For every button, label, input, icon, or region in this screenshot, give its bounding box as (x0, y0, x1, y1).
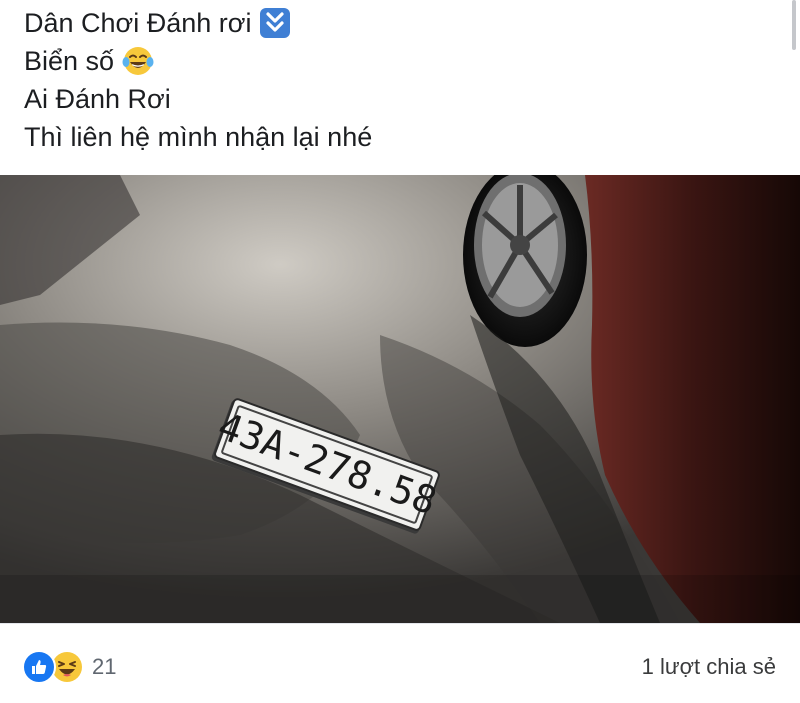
reaction-count[interactable]: 21 (92, 654, 116, 680)
post-text: Dân Chơi Đánh rơi Biển số Ai Đánh Rơi Th… (24, 4, 764, 156)
post-line-3-text: Ai Đánh Rơi (24, 84, 171, 114)
reactions-summary[interactable]: 21 (22, 650, 116, 684)
post-line-4-text: Thì liên hệ mình nhận lại nhé (24, 122, 373, 152)
license-plate-photo: 43A-278.58 (0, 175, 800, 623)
down-arrows-emoji-icon (259, 8, 290, 38)
post-line-1-text: Dân Chơi Đánh rơi (24, 8, 252, 38)
post-line-2-text: Biển số (24, 46, 115, 76)
post-line-3: Ai Đánh Rơi (24, 80, 764, 118)
post-line-4: Thì liên hệ mình nhận lại nhé (24, 118, 764, 156)
post-line-2: Biển số (24, 42, 764, 80)
shares-count[interactable]: 1 lượt chia sẻ (642, 654, 776, 680)
laughing-tears-emoji-icon (122, 45, 154, 77)
scrollbar[interactable] (792, 0, 796, 50)
like-reaction-icon (22, 650, 56, 684)
post-line-1: Dân Chơi Đánh rơi (24, 4, 764, 42)
post-photo[interactable]: 43A-278.58 (0, 175, 800, 623)
post-footer: 21 1 lượt chia sẻ (0, 623, 800, 703)
